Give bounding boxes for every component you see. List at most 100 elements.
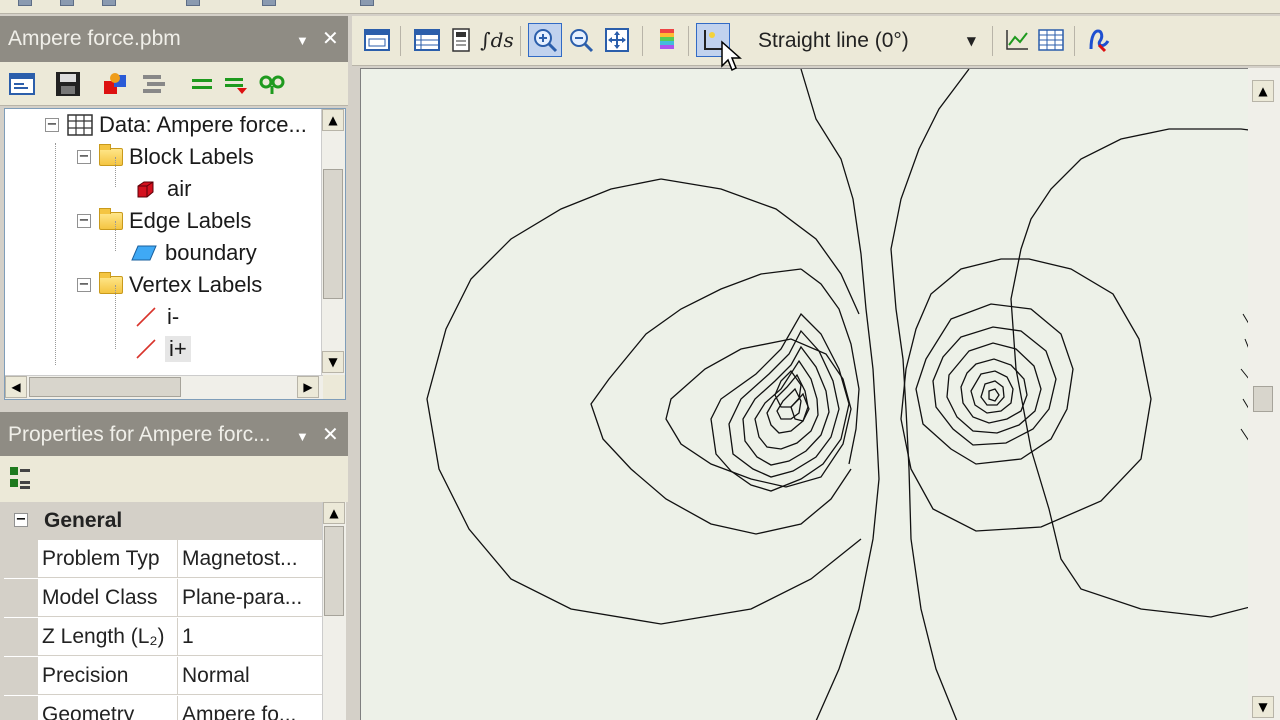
tree-item-label: Vertex Labels xyxy=(129,272,263,297)
scroll-down-icon[interactable]: ▼ xyxy=(322,351,344,373)
contour-mode-select[interactable]: Straight line (0°) ▼ xyxy=(750,24,982,58)
scroll-left-icon[interactable]: ◀ xyxy=(5,376,27,398)
calculator-icon[interactable] xyxy=(444,23,478,57)
zoom-fit-icon[interactable] xyxy=(600,23,634,57)
tree-item-label: Data: Ampere force... xyxy=(99,112,307,137)
field-plot-area[interactable] xyxy=(360,68,1248,720)
color-map-icon[interactable] xyxy=(650,23,684,57)
contour-plot xyxy=(426,69,1248,720)
scroll-right-icon[interactable]: ▶ xyxy=(297,376,319,398)
window-icon[interactable] xyxy=(360,23,394,57)
save-icon[interactable] xyxy=(54,70,82,98)
tree-item-label: Block Labels xyxy=(129,144,254,169)
toolbar-icon[interactable] xyxy=(360,0,374,6)
equals-icon[interactable] xyxy=(188,70,216,98)
table-icon xyxy=(67,114,93,136)
property-value[interactable]: Plane-para... xyxy=(182,579,322,617)
toolbar-icon[interactable] xyxy=(262,0,276,6)
scroll-up-icon[interactable]: ▲ xyxy=(322,109,344,131)
property-name: Problem Typ xyxy=(4,540,178,578)
properties-title: Properties for Ampere forc... xyxy=(8,423,271,446)
tree-item-boundary[interactable]: boundary xyxy=(131,237,257,269)
zoom-out-icon[interactable] xyxy=(564,23,598,57)
property-value[interactable]: Normal xyxy=(182,657,322,695)
zoom-in-icon[interactable] xyxy=(528,23,562,57)
collapse-icon[interactable]: − xyxy=(14,513,28,527)
tree-item-data[interactable]: − Data: Ampere force... xyxy=(45,109,307,141)
property-value[interactable]: Ampere fo... xyxy=(182,696,322,720)
view-toolbar: ∫ds Straight line (0°) ▼ xyxy=(352,16,1280,66)
categorized-view-icon[interactable] xyxy=(6,464,34,492)
tree-horizontal-scrollbar[interactable]: ◀ ▶ xyxy=(5,375,323,399)
close-icon[interactable]: ✕ xyxy=(322,16,339,62)
toolbar-icon[interactable] xyxy=(102,0,116,6)
explorer-toolbar xyxy=(0,62,348,106)
field-calculator-icon[interactable] xyxy=(1082,23,1116,57)
collapse-icon[interactable]: − xyxy=(77,278,91,292)
toolbar-icon[interactable] xyxy=(60,0,74,6)
shapes-icon[interactable] xyxy=(102,70,130,98)
block-label-icon xyxy=(137,181,154,198)
chevron-down-icon[interactable]: ▼ xyxy=(967,24,976,58)
field-table-icon[interactable] xyxy=(410,23,444,57)
property-category-general[interactable]: − General xyxy=(4,502,322,540)
tree-item-air[interactable]: air xyxy=(135,173,191,205)
renumber-icon[interactable] xyxy=(140,70,168,98)
properties-title-bar: Properties for Ampere forc... ▼ ✕ xyxy=(0,412,348,458)
property-row[interactable]: Model Class Plane-para... xyxy=(4,579,322,617)
dropdown-icon[interactable]: ▼ xyxy=(296,18,309,64)
property-row[interactable]: Problem Typ Magnetost... xyxy=(4,540,322,578)
delete-label-icon[interactable] xyxy=(222,70,250,98)
scroll-down-icon[interactable]: ▼ xyxy=(1252,696,1274,718)
tree-item-vertex-labels[interactable]: − Vertex Labels xyxy=(77,269,262,301)
property-name: Geometry xyxy=(4,696,178,720)
scroll-thumb[interactable] xyxy=(324,526,344,616)
property-row[interactable]: Z Length (L₂) 1 xyxy=(4,618,322,656)
toolbar-icon[interactable] xyxy=(186,0,200,6)
link-icon[interactable] xyxy=(258,70,286,98)
scroll-up-icon[interactable]: ▲ xyxy=(323,502,345,524)
category-label: General xyxy=(44,509,123,532)
tree-item-i-minus[interactable]: i- xyxy=(135,301,179,333)
explorer-title: Ampere force.pbm xyxy=(8,27,181,50)
scroll-thumb[interactable] xyxy=(29,377,181,397)
tree-item-label: Edge Labels xyxy=(129,208,252,233)
collapse-icon[interactable]: − xyxy=(45,118,59,132)
folder-icon xyxy=(99,272,123,294)
tree-item-label: i+ xyxy=(165,336,191,362)
properties-toolbar xyxy=(0,456,348,502)
property-value[interactable]: 1 xyxy=(182,618,322,656)
xy-plot-icon[interactable] xyxy=(1000,23,1034,57)
property-value[interactable]: Magnetost... xyxy=(182,540,322,578)
tree-item-edge-labels[interactable]: − Edge Labels xyxy=(77,205,251,237)
scroll-thumb[interactable] xyxy=(323,169,343,299)
properties-vertical-scrollbar[interactable]: ▲ xyxy=(322,502,346,720)
toolbar-icon[interactable] xyxy=(18,0,32,6)
property-name: Precision xyxy=(4,657,178,695)
properties-window-icon[interactable] xyxy=(8,70,36,98)
collapse-icon[interactable]: − xyxy=(77,214,91,228)
plot-vertical-scrollbar[interactable]: ▲ ▼ xyxy=(1248,68,1280,720)
tree-item-label: boundary xyxy=(165,240,257,265)
tree-vertical-scrollbar[interactable]: ▲ ▼ xyxy=(321,109,345,375)
edge-label-icon xyxy=(131,245,157,261)
explorer-title-bar: Ampere force.pbm ▼ ✕ xyxy=(0,16,348,62)
scroll-up-icon[interactable]: ▲ xyxy=(1252,80,1274,102)
dropdown-icon[interactable]: ▼ xyxy=(296,414,309,460)
tree-item-block-labels[interactable]: − Block Labels xyxy=(77,141,254,173)
close-icon[interactable]: ✕ xyxy=(322,412,339,458)
table-view-icon[interactable] xyxy=(1034,23,1068,57)
tree-item-i-plus[interactable]: i+ xyxy=(135,333,191,365)
integral-icon[interactable]: ∫ds xyxy=(480,23,514,57)
folder-icon xyxy=(99,144,123,166)
property-row[interactable]: Geometry Ampere fo... xyxy=(4,696,322,720)
application-window: Ampere force.pbm ▼ ✕ − Data: Ampere forc… xyxy=(0,0,1280,720)
collapse-icon[interactable]: − xyxy=(77,150,91,164)
property-row[interactable]: Precision Normal xyxy=(4,657,322,695)
scroll-thumb[interactable] xyxy=(1253,386,1273,412)
left-pane: Ampere force.pbm ▼ ✕ − Data: Ampere forc… xyxy=(0,16,348,720)
explorer-tree: − Data: Ampere force... − Block Labels a… xyxy=(4,108,346,400)
mouse-cursor-icon xyxy=(720,40,742,77)
contour-mode-value: Straight line (0°) xyxy=(758,29,909,52)
field-view-pane: ∫ds Straight line (0°) ▼ ▲ ▼ xyxy=(352,16,1280,720)
